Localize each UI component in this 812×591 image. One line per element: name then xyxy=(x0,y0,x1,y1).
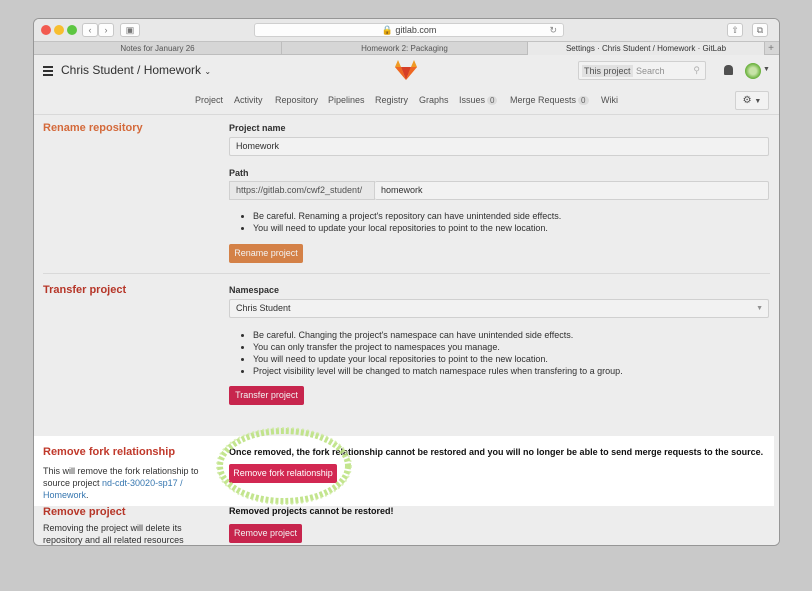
fork-section-highlight: Remove fork relationship This will remov… xyxy=(34,436,774,506)
back-arrow-icon[interactable]: ‹ xyxy=(82,23,98,37)
transfer-notes: Be careful. Changing the project's names… xyxy=(239,329,623,377)
transfer-project-button[interactable]: Transfer project xyxy=(229,386,304,405)
nav-registry[interactable]: Registry xyxy=(375,95,408,105)
avatar[interactable] xyxy=(745,63,761,79)
fork-description: This will remove the fork relationship t… xyxy=(43,466,199,500)
section-divider xyxy=(43,273,770,274)
remove-description: Removing the project will delete its rep… xyxy=(43,523,184,545)
remove-section-title: Remove project xyxy=(43,506,126,518)
search-scope-badge: This project xyxy=(582,65,633,77)
remove-project-button[interactable]: Remove project xyxy=(229,524,302,543)
gear-icon: ⚙ xyxy=(742,95,752,106)
path-label: Path xyxy=(229,168,249,178)
rename-project-button[interactable]: Rename project xyxy=(229,244,303,263)
path-prefix: https://gitlab.com/cwf2_student/ xyxy=(229,181,375,200)
issues-count-badge: 0 xyxy=(487,96,498,105)
nav-project[interactable]: Project xyxy=(195,95,223,105)
nav-activity[interactable]: Activity xyxy=(234,95,263,105)
lock-icon: 🔒 xyxy=(381,25,393,35)
share-icon[interactable]: ⇧ xyxy=(727,23,743,37)
project-name-input[interactable]: Homework xyxy=(229,137,769,156)
namespace-value: Chris Student xyxy=(236,303,291,313)
new-tab-icon[interactable]: + xyxy=(765,42,777,55)
nav-repository[interactable]: Repository xyxy=(275,95,318,105)
nav-merge-requests[interactable]: Merge Requests 0 xyxy=(510,95,589,105)
rename-section-title: Rename repository xyxy=(43,122,143,134)
project-subnav: Project Activity Repository Pipelines Re… xyxy=(34,87,779,115)
chevron-down-icon: ▼ xyxy=(756,305,763,312)
list-item: Project visibility level will be changed… xyxy=(253,365,623,377)
nav-graphs[interactable]: Graphs xyxy=(419,95,449,105)
reload-icon[interactable]: ↻ xyxy=(549,24,557,36)
nav-issues[interactable]: Issues 0 xyxy=(459,95,498,105)
browser-tab[interactable]: Homework 2: Packaging xyxy=(282,42,528,55)
tab-bar: Notes for January 26 Homework 2: Packagi… xyxy=(34,41,779,55)
sidebar-toggle-icon[interactable]: ▣ xyxy=(120,23,140,37)
minimize-window-button[interactable] xyxy=(54,25,64,35)
nav-wiki[interactable]: Wiki xyxy=(601,95,618,105)
gitlab-logo-icon[interactable] xyxy=(394,59,418,81)
list-item: Be careful. Changing the project's names… xyxy=(253,329,623,341)
caret-down-icon: ▼ xyxy=(754,98,762,105)
namespace-select[interactable]: Chris Student ▼ xyxy=(229,299,769,318)
close-window-button[interactable] xyxy=(41,25,51,35)
search-placeholder: Search xyxy=(636,66,665,76)
highlight-circle xyxy=(216,427,352,505)
list-item: Be careful. Renaming a project's reposit… xyxy=(253,210,561,222)
forward-arrow-icon[interactable]: › xyxy=(98,23,114,37)
address-bar[interactable]: 🔒 gitlab.com ↻ xyxy=(254,23,564,37)
merge-requests-count-badge: 0 xyxy=(578,96,589,105)
list-item: You will need to update your local repos… xyxy=(253,353,623,365)
search-field[interactable]: This project Search ⚲ xyxy=(578,61,706,80)
remove-warning: Removed projects cannot be restored! xyxy=(229,506,394,516)
transfer-section-title: Transfer project xyxy=(43,284,127,296)
project-name-label: Project name xyxy=(229,123,286,133)
chevron-down-icon: ⌄ xyxy=(204,67,212,76)
project-title[interactable]: Chris Student / Homework ⌄ xyxy=(61,63,211,77)
browser-tab-active[interactable]: Settings · Chris Student / Homework · Gi… xyxy=(528,42,765,55)
tabs-overview-icon[interactable]: ⧉ xyxy=(752,23,768,37)
gitlab-page: Chris Student / Homework ⌄ This project … xyxy=(34,55,779,545)
namespace-label: Namespace xyxy=(229,285,280,295)
list-item: You can only transfer the project to nam… xyxy=(253,341,623,353)
page-header: Chris Student / Homework ⌄ This project … xyxy=(34,55,779,87)
chevron-down-icon[interactable]: ▼ xyxy=(763,66,770,73)
list-item: You will need to update your local repos… xyxy=(253,222,561,234)
path-input[interactable]: homework xyxy=(375,181,769,200)
browser-window: ‹ › ▣ 🔒 gitlab.com ↻ ⇧ ⧉ Notes for Janua… xyxy=(34,19,779,545)
settings-dropdown-button[interactable]: ⚙ ▼ xyxy=(735,91,769,110)
bell-icon[interactable] xyxy=(724,65,733,75)
nav-pipelines[interactable]: Pipelines xyxy=(328,95,365,105)
url-text: gitlab.com xyxy=(395,25,437,35)
browser-tab[interactable]: Notes for January 26 xyxy=(34,42,282,55)
search-icon: ⚲ xyxy=(693,65,700,75)
zoom-window-button[interactable] xyxy=(67,25,77,35)
rename-notes: Be careful. Renaming a project's reposit… xyxy=(239,210,561,234)
menu-icon[interactable] xyxy=(43,66,53,78)
title-bar: ‹ › ▣ 🔒 gitlab.com ↻ ⇧ ⧉ xyxy=(34,19,779,41)
fork-section-title: Remove fork relationship xyxy=(43,446,176,458)
